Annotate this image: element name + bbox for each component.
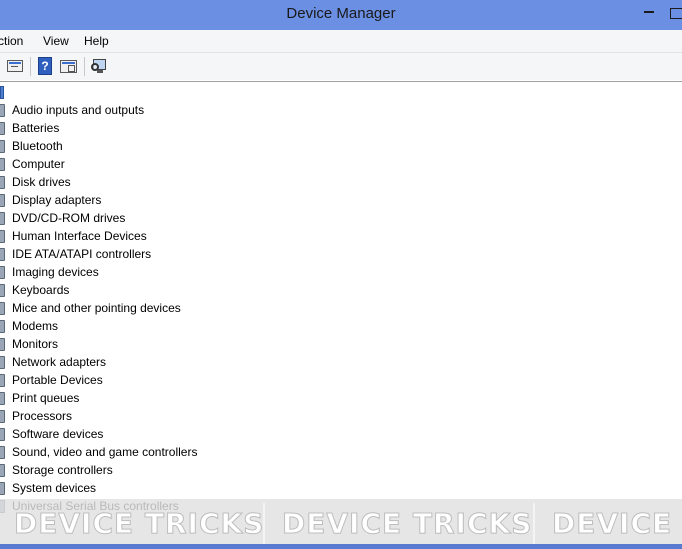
help-icon[interactable]: ? [36, 57, 54, 75]
tree-item-icon [0, 140, 5, 153]
tree-item[interactable]: Modems [0, 318, 682, 336]
tree-item-label: Processors [12, 409, 73, 423]
tree-item-label: Audio inputs and outputs [12, 103, 145, 117]
tree-item-icon [0, 392, 5, 405]
tree-item-icon [0, 284, 5, 297]
tree-item[interactable]: Portable Devices [0, 372, 682, 390]
tree-item-label: System devices [12, 481, 97, 495]
tree-item[interactable]: System devices [0, 480, 682, 498]
tree-item-label: Network adapters [12, 355, 107, 369]
tree-item[interactable]: Display adapters [0, 192, 682, 210]
tree-item-label: Sound, video and game controllers [12, 445, 198, 459]
tree-item-label: Mice and other pointing devices [12, 301, 181, 315]
tree-item-icon [0, 104, 5, 117]
computer-root-icon[interactable] [0, 86, 4, 99]
tree-item[interactable]: Sound, video and game controllers [0, 444, 682, 462]
tree-item-icon [0, 500, 5, 513]
tree-item-label: Keyboards [12, 283, 70, 297]
tree-item[interactable]: IDE ATA/ATAPI controllers [0, 246, 682, 264]
tree-item-icon [0, 266, 5, 279]
tree-item-label: Imaging devices [12, 265, 99, 279]
tree-item-label: Computer [12, 157, 65, 171]
tree-item-icon [0, 194, 5, 207]
tree-item-label: Storage controllers [12, 463, 113, 477]
tree-item-icon [0, 212, 5, 225]
tree-item-label: Batteries [12, 121, 60, 135]
tree-item[interactable]: Computer [0, 156, 682, 174]
tree-item-label: Software devices [12, 427, 104, 441]
tree-item-icon [0, 176, 5, 189]
tree-item-label: Disk drives [12, 175, 71, 189]
tree-item-icon [0, 446, 5, 459]
tree-item[interactable]: Print queues [0, 390, 682, 408]
tree-item-label: Display adapters [12, 193, 102, 207]
scan-hardware-changes-icon[interactable] [91, 57, 109, 75]
tree-item[interactable]: Software devices [0, 426, 682, 444]
tree-item-icon [0, 338, 5, 351]
tree-item-icon [0, 410, 5, 423]
toolbar: ? [0, 52, 682, 80]
tree-item-label: DVD/CD-ROM drives [12, 211, 126, 225]
maximize-button[interactable] [668, 6, 682, 19]
tree-item[interactable]: Bluetooth [0, 138, 682, 156]
tree-item-label: Modems [12, 319, 59, 333]
tree-item[interactable]: Universal Serial Bus controllers [0, 498, 682, 516]
menu-action[interactable]: ction [0, 34, 23, 48]
tree-item[interactable]: Processors [0, 408, 682, 426]
tree-item[interactable]: Monitors [0, 336, 682, 354]
tree-item-label: Monitors [12, 337, 59, 351]
tree-item[interactable]: Imaging devices [0, 264, 682, 282]
tree-item[interactable]: Batteries [0, 120, 682, 138]
tree-item-icon [0, 428, 5, 441]
tree-item[interactable]: Human Interface Devices [0, 228, 682, 246]
tree-item-icon [0, 374, 5, 387]
tree-item[interactable]: Audio inputs and outputs [0, 102, 682, 120]
toolbar-separator [30, 57, 31, 76]
tree-item-icon [0, 230, 5, 243]
menu-view[interactable]: View [43, 34, 69, 48]
tree-item-icon [0, 158, 5, 171]
tree-item[interactable]: Disk drives [0, 174, 682, 192]
tree-item-label: IDE ATA/ATAPI controllers [12, 247, 152, 261]
tree-item-label: Portable Devices [12, 373, 103, 387]
taskbar-edge [0, 544, 682, 549]
window-title: Device Manager [286, 5, 396, 22]
tree-item-icon [0, 122, 5, 135]
tree-item[interactable]: Network adapters [0, 354, 682, 372]
tree-item[interactable]: Mice and other pointing devices [0, 300, 682, 318]
tree-item[interactable]: Storage controllers [0, 462, 682, 480]
title-bar: Device Manager [0, 0, 682, 30]
tree-item-label: Human Interface Devices [12, 229, 147, 243]
minimize-button[interactable] [638, 8, 662, 16]
menu-bar: ction View Help [0, 30, 682, 52]
tree-item-label: Print queues [12, 391, 80, 405]
tree-item-label: Bluetooth [12, 139, 63, 153]
device-tree-pane[interactable]: Audio inputs and outputs Batteries Bluetoo… [0, 81, 682, 549]
tree-item-icon [0, 482, 5, 495]
properties-icon[interactable] [6, 57, 24, 75]
tree-item[interactable]: Keyboards [0, 282, 682, 300]
toolbar-separator [84, 57, 85, 76]
tree-item-icon [0, 248, 5, 261]
menu-help[interactable]: Help [84, 34, 109, 48]
tree-item-label: Universal Serial Bus controllers [12, 499, 179, 513]
show-hide-console-tree-icon[interactable] [60, 57, 78, 75]
tree-item-icon [0, 356, 5, 369]
tree-item[interactable]: DVD/CD-ROM drives [0, 210, 682, 228]
tree-item-icon [0, 302, 5, 315]
tree-item-icon [0, 320, 5, 333]
tree-item-icon [0, 464, 5, 477]
